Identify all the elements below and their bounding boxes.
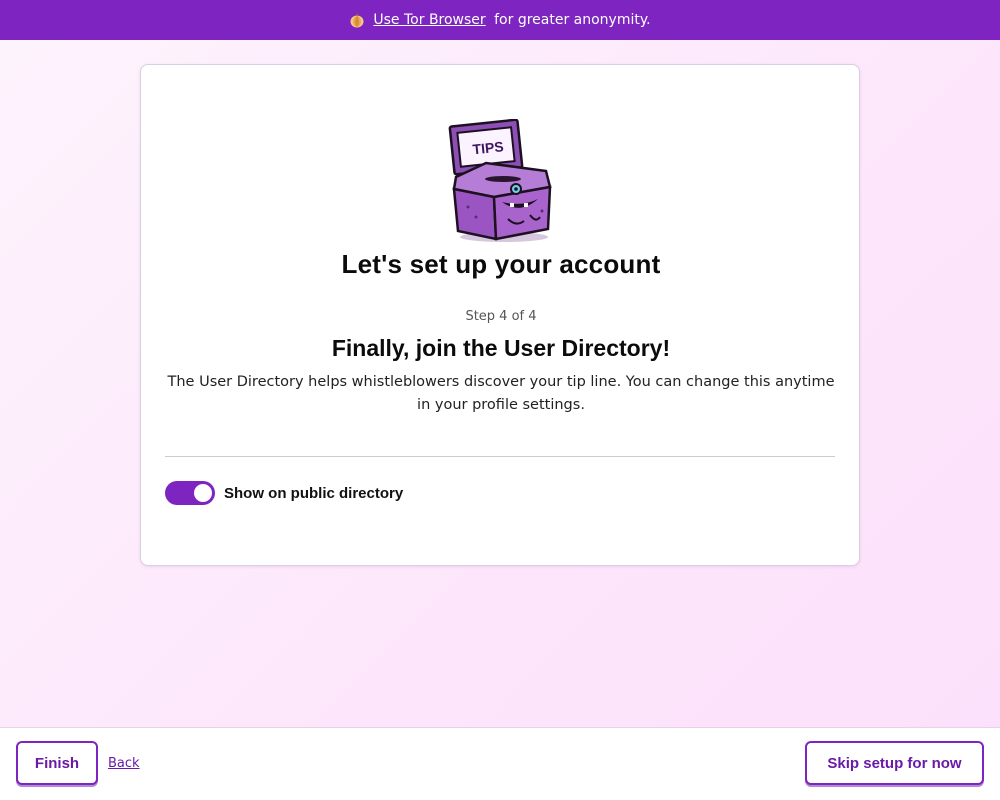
page-title: Let's set up your account (341, 249, 661, 279)
public-directory-toggle-row[interactable]: Show on public directory (165, 481, 403, 505)
skip-setup-button[interactable]: Skip setup for now (805, 741, 984, 785)
divider (165, 456, 835, 457)
tor-banner: Use Tor Browser for greater anonymity. (0, 0, 1000, 40)
tips-box-illustration: TIPS (446, 118, 556, 243)
onboarding-card: TIPS Let's set up your account Step 4 of (140, 64, 860, 566)
back-link[interactable]: Back (108, 756, 140, 771)
banner-text: for greater anonymity. (489, 12, 651, 28)
step-indicator: Step 4 of 4 (465, 309, 537, 324)
section-description: The User Directory helps whistleblowers … (167, 374, 835, 413)
onion-icon (349, 12, 365, 28)
public-directory-label: Show on public directory (224, 484, 404, 502)
footer-bar: Finish Back Skip setup for now (0, 727, 1000, 800)
finish-button[interactable]: Finish (16, 741, 98, 785)
section-heading: Finally, join the User Directory! (331, 335, 671, 361)
tips-sign-text: TIPS (472, 138, 505, 157)
public-directory-toggle[interactable] (165, 481, 215, 505)
toggle-knob (194, 484, 212, 502)
use-tor-browser-link[interactable]: Use Tor Browser (373, 12, 485, 28)
